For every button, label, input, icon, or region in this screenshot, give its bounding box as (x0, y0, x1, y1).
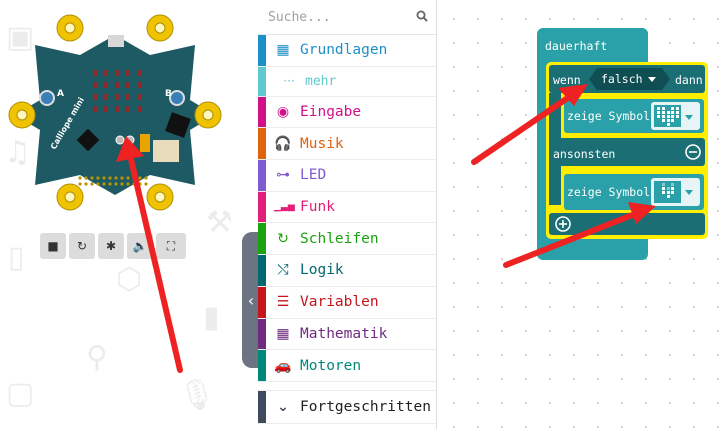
category-funk[interactable]: ▁▃▅ Funk (258, 191, 436, 224)
fullscreen-button[interactable]: ⛶ (156, 233, 186, 259)
code-blocks: dauerhaft wenn falsch dann zeige Symbol … (537, 28, 708, 260)
if-label: wenn (553, 73, 581, 87)
mute-button[interactable]: 🔈 (127, 233, 153, 259)
category-label: Motoren (300, 357, 362, 374)
condition-value: falsch (601, 72, 643, 86)
background-mic-icon: 🎙 (178, 378, 217, 413)
background-monitor-icon: ▢ (6, 376, 35, 411)
category-label: Musik (300, 135, 344, 152)
category-label: Schleifen (300, 230, 379, 247)
car-icon: 🚗 (274, 357, 292, 374)
background-box-icon: ⬡ (116, 262, 143, 297)
toggle-icon: ⊶ (276, 167, 290, 184)
fullscreen-icon: ⛶ (166, 238, 176, 253)
simulator-toolbar: ■ ↻ ✱ 🔈 ⛶ (40, 233, 186, 259)
debug-button[interactable]: ✱ (98, 233, 124, 259)
chevron-down-icon: ⌄ (277, 398, 289, 415)
calliope-board[interactable]: A B Calliope mini (0, 0, 230, 230)
button-a-label: A (57, 89, 64, 99)
target-icon: ◉ (276, 104, 290, 121)
category-motoren[interactable]: 🚗 Motoren (258, 350, 436, 382)
speaker-icon: 🔈 (132, 239, 148, 253)
category-color-bar (258, 255, 266, 286)
category-color-bar (258, 191, 266, 223)
restart-icon: ↻ (76, 239, 88, 253)
search-icon[interactable] (416, 10, 428, 22)
simulator-panel: ▣ ♫ ▯ ⬡ ▮ 🎙 ⚒ ⚲ ▢ A B Calliope mini ■ ↻ … (0, 0, 258, 429)
category-label: Mathematik (300, 325, 388, 342)
category-musik[interactable]: 🎧 Musik (258, 128, 436, 161)
background-speaker-icon: ▮ (203, 300, 220, 335)
background-plug-icon: ⚲ (86, 340, 108, 375)
category-color-bar (258, 66, 266, 96)
grid-icon: ▦ (276, 42, 290, 59)
category-color-bar (258, 96, 266, 128)
forever-label: dauerhaft (545, 39, 607, 53)
category-label: Fortgeschritten (300, 398, 431, 415)
category-color-bar (258, 286, 266, 318)
then-label: dann (675, 73, 703, 87)
category-label: Logik (300, 262, 344, 279)
category-color-bar (258, 128, 266, 160)
category-variablen[interactable]: ☰ Variablen (258, 286, 436, 319)
stop-icon: ■ (47, 239, 59, 253)
if-block-footer (549, 213, 705, 235)
headphones-icon: 🎧 (274, 135, 292, 152)
category-mehr[interactable]: ··· mehr (258, 66, 436, 97)
category-grundlagen[interactable]: ▦ Grundlagen (258, 35, 436, 67)
category-label: LED (300, 167, 327, 184)
category-eingabe[interactable]: ◉ Eingabe (258, 96, 436, 129)
else-label: ansonsten (553, 147, 615, 161)
button-b-label: B (165, 89, 172, 99)
category-label: Eingabe (300, 104, 362, 121)
loop-icon: ↻ (277, 230, 289, 247)
category-color-bar (258, 318, 266, 350)
stop-button[interactable]: ■ (40, 233, 66, 259)
category-label: Grundlagen (300, 42, 388, 59)
restart-button[interactable]: ↻ (69, 233, 95, 259)
chevron-left-icon: ‹ (247, 290, 255, 310)
category-label: mehr (305, 73, 337, 89)
calculator-icon: ▦ (276, 325, 290, 342)
category-color-bar (258, 160, 266, 191)
category-mathematik[interactable]: ▦ Mathematik (258, 318, 436, 351)
category-label: Funk (300, 199, 335, 216)
category-schleifen[interactable]: ↻ Schleifen (258, 223, 436, 256)
category-color-bar (258, 350, 266, 381)
category-color-bar (258, 223, 266, 255)
shuffle-icon: ⤭ (277, 262, 289, 279)
toolbox: ▦ Grundlagen ··· mehr ◉ Eingabe 🎧 Musik … (258, 0, 437, 429)
more-icon: ··· (283, 74, 295, 89)
search-input[interactable] (268, 6, 408, 28)
background-battery-icon: ▯ (8, 240, 25, 275)
toolbox-search (258, 0, 436, 35)
category-label: Variablen (300, 294, 379, 311)
show-icon-label-1: zeige Symbol (567, 109, 650, 123)
bug-icon: ✱ (105, 239, 117, 253)
category-color-bar (258, 390, 266, 423)
category-fortgeschritten[interactable]: ⌄ Fortgeschritten (258, 389, 436, 424)
category-color-bar (258, 35, 266, 66)
show-icon-label-2: zeige Symbol (567, 185, 650, 199)
lines-icon: ☰ (276, 294, 290, 311)
category-logik[interactable]: ⤭ Logik (258, 255, 436, 287)
category-led[interactable]: ⊶ LED (258, 160, 436, 192)
signal-icon: ▁▃▅ (274, 202, 295, 213)
